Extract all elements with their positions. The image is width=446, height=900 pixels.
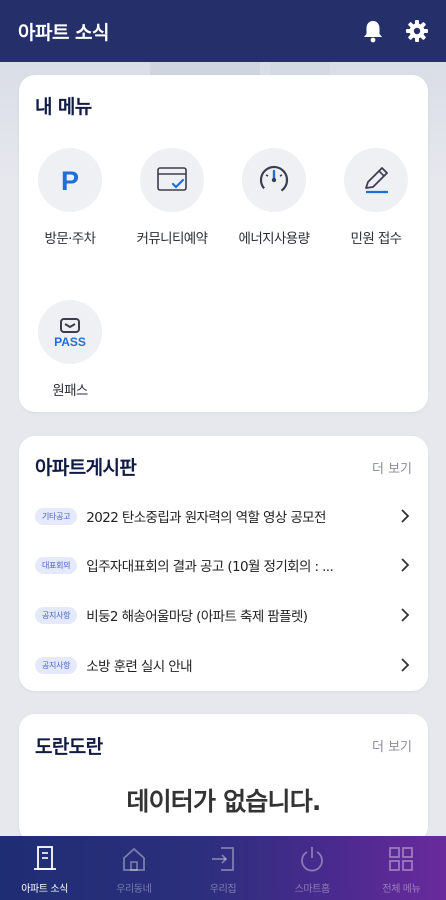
menu-label: 민원 접수 xyxy=(350,231,403,247)
doran-more-link[interactable]: 더 보기 xyxy=(372,736,412,755)
nav-neighborhood[interactable]: 우리동네 xyxy=(89,836,178,900)
chevron-right-icon xyxy=(398,509,412,523)
post-title: 2022 탄소중립과 원자력의 역할 영상 공모전 xyxy=(86,510,326,526)
post-title: 비둥2 해송어울마당 (아파트 축제 팜플렛) xyxy=(86,609,308,625)
menu-label: 에너지사용량 xyxy=(238,231,311,247)
board-post[interactable]: 공지사항 비둥2 해송어울마당 (아파트 축제 팜플렛) xyxy=(35,598,412,632)
gear-icon[interactable] xyxy=(404,18,430,44)
nav-my-home[interactable]: 우리집 xyxy=(178,836,267,900)
page-title: 아파트 소식 xyxy=(18,21,110,44)
board-post[interactable]: 대표회의 입주자대표회의 결과 공고 (10월 정기회의 : ... xyxy=(35,548,412,582)
nav-label: 스마트홈 xyxy=(294,884,331,895)
pass-icon: PASS xyxy=(38,300,102,364)
home-icon xyxy=(119,844,149,874)
menu-one-pass[interactable]: PASS 원패스 xyxy=(19,300,121,399)
doran-card: 도란도란 더 보기 데이터가 없습니다. xyxy=(19,714,428,842)
menu-energy-usage[interactable]: 에너지사용량 xyxy=(223,148,325,247)
grid-menu-icon xyxy=(386,844,416,874)
nav-label: 우리집 xyxy=(209,884,237,895)
menu-visit-parking[interactable]: P 방문·주차 xyxy=(19,148,121,247)
post-tag: 대표회의 xyxy=(35,556,78,574)
menu-label: 원패스 xyxy=(52,383,88,399)
board-post[interactable]: 기타공고 2022 탄소중립과 원자력의 역할 영상 공모전 xyxy=(35,499,412,533)
calendar-check-icon xyxy=(140,148,204,212)
my-menu-title: 내 메뉴 xyxy=(35,96,92,118)
post-tag: 공지사항 xyxy=(35,656,78,674)
bottom-navigation: 아파트 소식 우리동네 우리집 스마트홈 전체 메뉴 xyxy=(0,836,446,900)
nav-label: 우리동네 xyxy=(116,884,152,895)
board-title: 아파트게시판 xyxy=(35,457,137,479)
chevron-right-icon xyxy=(398,608,412,622)
doran-title: 도란도란 xyxy=(35,736,103,758)
my-menu-card: 내 메뉴 P 방문·주차 커뮤니티예약 에너지사용량 민원 접수 PASS 원패… xyxy=(19,75,428,412)
menu-label: 방문·주차 xyxy=(44,231,97,247)
chevron-right-icon xyxy=(398,558,412,572)
nav-label: 아파트 소식 xyxy=(21,884,68,895)
menu-civil-complaint[interactable]: 민원 접수 xyxy=(325,148,427,247)
app-header: 아파트 소식 xyxy=(0,0,446,62)
post-title: 입주자대표회의 결과 공고 (10월 정기회의 : ... xyxy=(86,559,334,575)
enter-door-icon xyxy=(208,844,238,874)
pencil-icon xyxy=(344,148,408,212)
header-actions xyxy=(360,18,430,44)
parking-icon: P xyxy=(38,148,102,212)
nav-smart-home[interactable]: 스마트홈 xyxy=(268,836,357,900)
empty-message: 데이터가 없습니다. xyxy=(126,787,321,816)
menu-label: 커뮤니티예약 xyxy=(136,231,209,247)
post-tag: 기타공고 xyxy=(35,507,78,525)
board-more-link[interactable]: 더 보기 xyxy=(372,458,412,477)
post-title: 소방 훈련 실시 안내 xyxy=(86,659,192,675)
nav-apartment-news[interactable]: 아파트 소식 xyxy=(0,836,89,900)
svg-text:P: P xyxy=(61,166,79,195)
board-post[interactable]: 공지사항 소방 훈련 실시 안내 xyxy=(35,648,412,682)
gauge-icon xyxy=(242,148,306,212)
menu-community-reservation[interactable]: 커뮤니티예약 xyxy=(121,148,223,247)
bell-icon[interactable] xyxy=(360,18,386,44)
nav-all-menu[interactable]: 전체 메뉴 xyxy=(357,836,446,900)
pass-icon-text: PASS xyxy=(54,335,86,349)
nav-label: 전체 메뉴 xyxy=(382,884,421,895)
chevron-right-icon xyxy=(398,658,412,672)
apartment-icon xyxy=(30,844,60,874)
power-icon xyxy=(297,844,327,874)
post-tag: 공지사항 xyxy=(35,606,78,624)
apartment-board-card: 아파트게시판 더 보기 기타공고 2022 탄소중립과 원자력의 역할 영상 공… xyxy=(19,436,428,691)
